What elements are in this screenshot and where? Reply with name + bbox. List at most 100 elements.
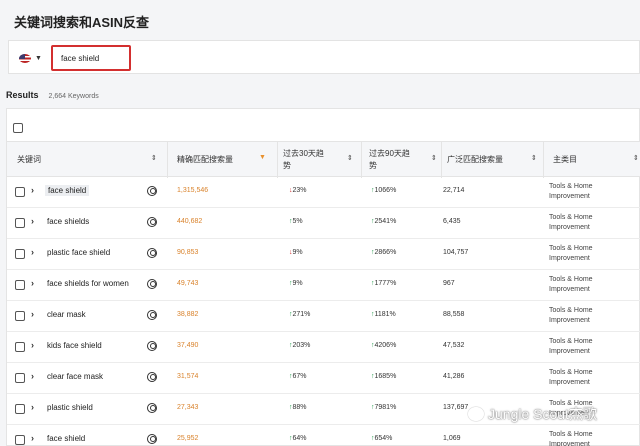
keyword-cell[interactable]: plastic shield	[47, 403, 93, 412]
exact-volume-cell: 49,743	[177, 280, 199, 287]
row-checkbox[interactable]	[15, 249, 25, 259]
table-row[interactable]: › face shields for women 49,743 ↑9% ↑1777% 96…	[7, 270, 640, 301]
keyword-cell[interactable]: face shield	[47, 434, 85, 443]
search-lens-icon[interactable]	[147, 217, 157, 227]
header-label: 过去30天趋势	[283, 149, 324, 170]
column-divider	[277, 142, 278, 178]
wechat-icon	[468, 407, 484, 421]
results-summary: Results 2,664 Keywords	[6, 90, 99, 100]
caret-down-icon: ▼	[35, 54, 42, 62]
checkbox-icon	[13, 123, 23, 133]
sort-icon[interactable]: ⇕	[531, 154, 537, 162]
exact-volume-cell: 440,682	[177, 218, 203, 225]
chevron-right-icon[interactable]: ›	[31, 402, 34, 412]
trend30-cell: ↑203%	[289, 342, 311, 349]
keyword-search-input[interactable]	[51, 45, 131, 71]
us-flag-icon	[19, 53, 31, 63]
table-row[interactable]: › clear mask 38,882 ↑271% ↑1181% 88,558 Tools …	[7, 301, 640, 332]
column-divider	[361, 142, 362, 178]
trend30-cell: ↓23%	[289, 187, 307, 194]
row-checkbox[interactable]	[15, 404, 25, 414]
table-row[interactable]: › clear face mask 31,574 ↑67% ↑1685% 41,286 To…	[7, 363, 640, 394]
keyword-cell[interactable]: face shield	[45, 185, 90, 196]
chevron-right-icon[interactable]: ›	[31, 340, 34, 350]
watermark: Jungle Scout杰歌	[468, 404, 597, 424]
search-lens-icon[interactable]	[147, 372, 157, 382]
chevron-right-icon[interactable]: ›	[31, 309, 34, 319]
table-row[interactable]: › kids face shield 37,490 ↑203% ↑4206% 47,532…	[7, 332, 640, 363]
exact-volume-cell: 38,882	[177, 311, 199, 318]
chevron-right-icon[interactable]: ›	[31, 278, 34, 288]
exact-volume-cell: 37,490	[177, 342, 199, 349]
broad-volume-cell: 137,697	[443, 404, 469, 411]
country-selector[interactable]: ▼	[19, 51, 47, 65]
keyword-cell[interactable]: face shields for women	[47, 279, 129, 288]
trend30-cell: ↑9%	[289, 280, 303, 287]
category-cell: Tools & Home Improvement	[549, 214, 593, 231]
table-row[interactable]: › face shield 25,952 ↑64% ↑654% 1,069 Tools & …	[7, 425, 640, 446]
search-lens-icon[interactable]	[147, 403, 157, 413]
table-row[interactable]: › face shields 440,682 ↑5% ↑2541% 6,435 Tools …	[7, 208, 640, 239]
search-lens-icon[interactable]	[147, 434, 157, 444]
column-divider	[543, 142, 544, 178]
exact-volume-cell: 90,853	[177, 249, 199, 256]
row-checkbox[interactable]	[15, 435, 25, 445]
keyword-cell[interactable]: clear mask	[47, 310, 86, 319]
header-trend90[interactable]: 过去90天趋势	[369, 142, 439, 178]
search-lens-icon[interactable]	[147, 279, 157, 289]
search-lens-icon[interactable]	[147, 310, 157, 320]
exact-volume-cell: 25,952	[177, 435, 199, 442]
row-checkbox[interactable]	[15, 342, 25, 352]
trend90-cell: ↑1685%	[371, 373, 397, 380]
keyword-cell[interactable]: clear face mask	[47, 372, 103, 381]
header-label: 广泛匹配搜索量	[447, 155, 503, 164]
trend90-cell: ↑2866%	[371, 249, 397, 256]
table-row[interactable]: › face shield 1,315,546 ↓23% ↑1066% 22,714 Too…	[7, 177, 640, 208]
trend30-cell: ↑5%	[289, 218, 303, 225]
keyword-cell[interactable]: kids face shield	[47, 341, 102, 350]
broad-volume-cell: 104,757	[443, 249, 469, 256]
sort-icon[interactable]: ⇕	[633, 154, 639, 162]
sort-desc-icon[interactable]: ▼	[259, 154, 266, 161]
row-checkbox[interactable]	[15, 280, 25, 290]
sort-icon[interactable]: ⇕	[151, 154, 157, 162]
exact-volume-cell: 27,343	[177, 404, 199, 411]
row-checkbox[interactable]	[15, 218, 25, 228]
sort-icon[interactable]: ⇕	[347, 154, 353, 162]
header-label: 精确匹配搜索量	[177, 155, 233, 164]
table-row[interactable]: › plastic face shield 90,853 ↓9% ↑2866% 104,7…	[7, 239, 640, 270]
search-bar: ▼	[8, 40, 640, 74]
row-checkbox[interactable]	[15, 187, 25, 197]
header-category[interactable]: 主类目	[553, 142, 633, 178]
broad-volume-cell: 47,532	[443, 342, 465, 349]
keyword-cell[interactable]: face shields	[47, 217, 89, 226]
chevron-right-icon[interactable]: ›	[31, 371, 34, 381]
trend30-cell: ↑271%	[289, 311, 311, 318]
broad-volume-cell: 22,714	[443, 187, 465, 194]
watermark-text: Jungle Scout杰歌	[488, 406, 597, 422]
header-keyword[interactable]: 关键词	[17, 142, 167, 178]
chevron-right-icon[interactable]: ›	[31, 247, 34, 257]
chevron-right-icon[interactable]: ›	[31, 216, 34, 226]
trend90-cell: ↑2541%	[371, 218, 397, 225]
trend90-cell: ↑654%	[371, 435, 393, 442]
header-broad[interactable]: 广泛匹配搜索量	[447, 142, 539, 178]
chevron-right-icon[interactable]: ›	[31, 185, 34, 195]
category-cell: Tools & Home Improvement	[549, 307, 593, 324]
keyword-cell[interactable]: plastic face shield	[47, 248, 110, 257]
broad-volume-cell: 6,435	[443, 218, 461, 225]
select-all-checkbox[interactable]	[13, 120, 23, 138]
header-label: 关键词	[17, 155, 41, 164]
search-lens-icon[interactable]	[147, 248, 157, 258]
header-label: 主类目	[553, 155, 577, 164]
chevron-right-icon[interactable]: ›	[31, 433, 34, 443]
results-count: 2,664 Keywords	[48, 93, 99, 100]
category-cell: Tools & Home Improvement	[549, 369, 593, 386]
trend90-cell: ↑4206%	[371, 342, 397, 349]
sort-icon[interactable]: ⇕	[431, 154, 437, 162]
row-checkbox[interactable]	[15, 311, 25, 321]
search-lens-icon[interactable]	[147, 186, 157, 196]
results-table: 关键词 ⇕ 精确匹配搜索量 ▼ 过去30天趋势 ⇕ 过去90天趋势 ⇕ 广泛匹配…	[6, 108, 640, 446]
row-checkbox[interactable]	[15, 373, 25, 383]
search-lens-icon[interactable]	[147, 341, 157, 351]
